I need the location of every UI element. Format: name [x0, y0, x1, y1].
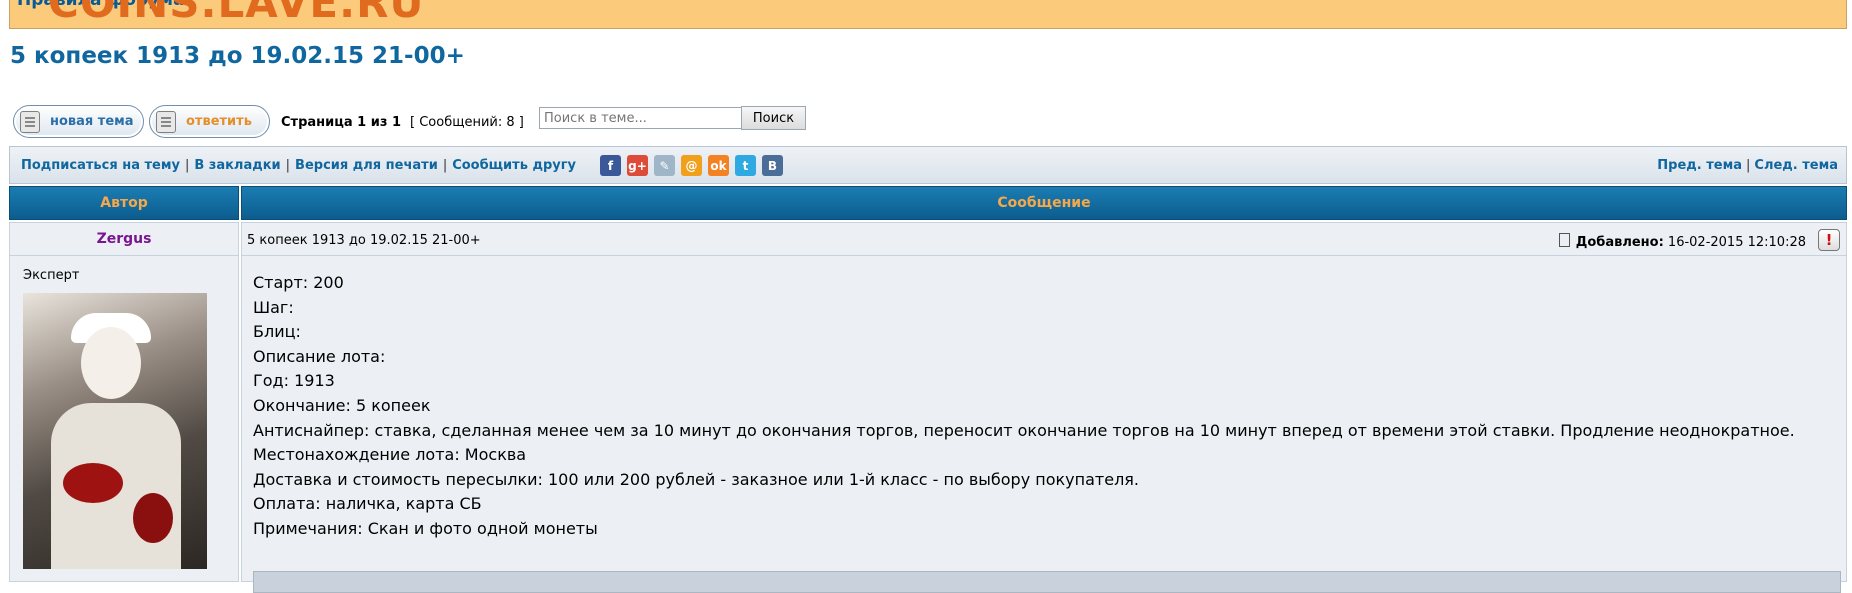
added-date: 16-02-2015 12:10:28 — [1667, 235, 1806, 250]
topic-title[interactable]: 5 копеек 1913 до 19.02.15 21-00+ — [10, 43, 465, 69]
print-version-link[interactable]: Версия для печати — [295, 158, 438, 173]
bookmarks-link[interactable]: В закладки — [194, 158, 280, 173]
message-count: [ Сообщений: 8 ] — [410, 115, 524, 130]
post-line: Год: 1913 — [253, 371, 335, 391]
topic-search-input[interactable] — [539, 107, 742, 129]
post-link-icon[interactable] — [1558, 233, 1570, 247]
reply-label: ответить — [186, 114, 252, 129]
post-line: Старт: 200 — [253, 273, 344, 292]
site-logo[interactable]: COINS.LAVE.RU — [48, 0, 425, 27]
next-topic-link[interactable]: След. тема — [1754, 158, 1838, 173]
tell-friend-link[interactable]: Сообщить другу — [452, 158, 576, 173]
social-share-icons: f g+ ✎ @ ok t B — [600, 155, 783, 176]
livejournal-icon[interactable]: ✎ — [654, 155, 675, 176]
new-topic-button[interactable]: новая тема — [13, 105, 144, 138]
post-content-panel: Старт: 200 Шаг: Блиц: Описание лота: Год… — [241, 256, 1847, 593]
post-line: Местонахождение лота: Москва — [253, 445, 527, 465]
facebook-icon[interactable]: f — [600, 155, 621, 176]
post-line: Примечания: Скан и фото одной монеты — [253, 518, 598, 538]
twitter-icon[interactable]: t — [735, 155, 756, 176]
post-author-cell: Zergus — [9, 222, 239, 256]
topic-actions: Подписаться на тему | В закладки | Версия дл… — [21, 158, 576, 173]
subscribe-link[interactable]: Подписаться на тему — [21, 158, 180, 173]
author-column-header: Автор — [9, 186, 239, 220]
post-line: Шаг: — [253, 297, 294, 317]
forum-banner: Правила форума COINS.LAVE.RU — [9, 0, 1847, 29]
message-column-header: Сообщение — [241, 186, 1847, 220]
topic-toolbar: Подписаться на тему | В закладки | Версия дл… — [9, 146, 1847, 184]
page-indicator: Страница 1 из 1 — [281, 115, 401, 130]
vkontakte-icon[interactable]: B — [762, 155, 783, 176]
google-plus-icon[interactable]: g+ — [627, 155, 648, 176]
post-line: Доставка и стоимость пересылки: 100 или … — [253, 469, 1140, 489]
post-body: Старт: 200 Шаг: Блиц: Описание лота: Год… — [253, 271, 1795, 542]
post-subject: 5 копеек 1913 до 19.02.15 21-00+ — [247, 233, 481, 248]
document-icon — [20, 110, 40, 133]
new-topic-label: новая тема — [50, 114, 134, 129]
post-line: Блиц: — [253, 322, 301, 342]
document-icon — [156, 110, 176, 133]
post-header-cell: 5 копеек 1913 до 19.02.15 21-00+ Добавле… — [241, 222, 1847, 256]
search-button[interactable]: Поиск — [741, 106, 806, 130]
post-line: Описание лота: — [253, 346, 386, 366]
avatar — [23, 293, 207, 569]
added-label: Добавлено: — [1575, 235, 1664, 250]
report-post-icon[interactable]: ! — [1818, 229, 1840, 251]
author-profile-panel: Эксперт — [9, 256, 239, 582]
mailru-icon[interactable]: @ — [681, 155, 702, 176]
previous-topic-link[interactable]: Пред. тема — [1657, 158, 1742, 173]
topic-navigation: Пред. тема | След. тема — [1657, 158, 1838, 173]
post-line: Окончание: 5 копеек — [253, 395, 431, 415]
post-line: Антиснайпер: ставка, сделанная менее чем… — [253, 420, 1795, 440]
post-line: Оплата: наличка, карта СБ — [253, 494, 482, 514]
user-rank: Эксперт — [23, 268, 80, 283]
author-name[interactable]: Zergus — [97, 231, 152, 247]
quote-block — [253, 571, 1841, 593]
odnoklassniki-icon[interactable]: ok — [708, 155, 729, 176]
reply-button[interactable]: ответить — [149, 105, 270, 138]
post-date: Добавлено: 16-02-2015 12:10:28 — [1558, 233, 1806, 250]
